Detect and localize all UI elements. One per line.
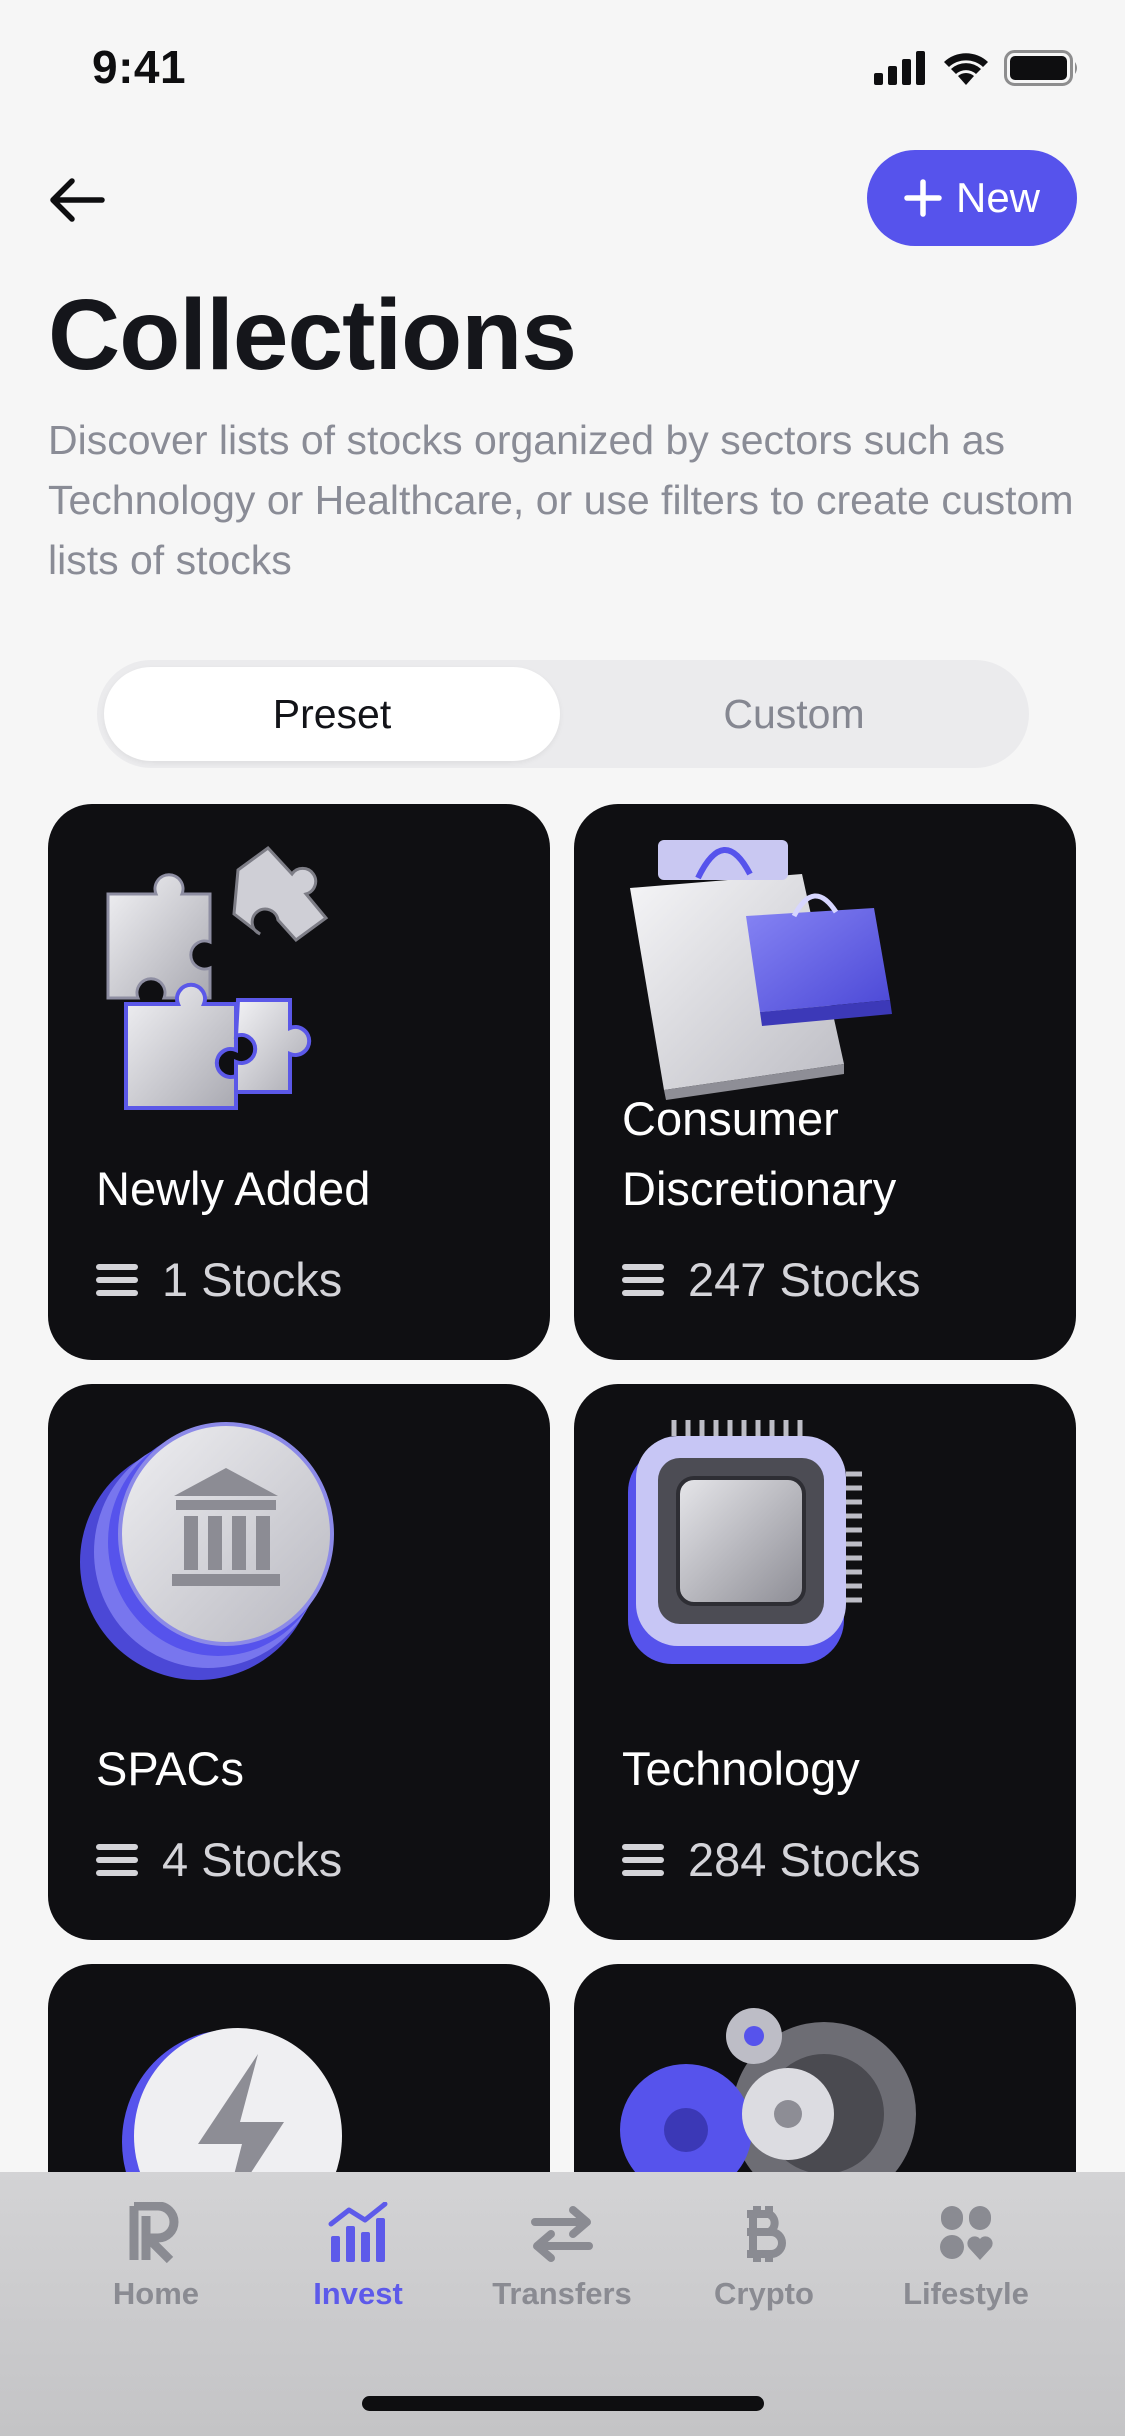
- card-count-label: 247 Stocks: [688, 1253, 921, 1306]
- cellular-signal-icon: [874, 51, 925, 85]
- home-indicator: [362, 2396, 764, 2411]
- card-stock-count: 4 Stocks: [96, 1832, 342, 1887]
- back-button[interactable]: [42, 165, 112, 235]
- card-stock-count: 1 Stocks: [96, 1252, 342, 1307]
- invest-chart-icon: [328, 2202, 388, 2262]
- wifi-icon: [944, 53, 988, 85]
- page-title: Collections: [48, 279, 577, 391]
- tab-label: Invest: [313, 2276, 403, 2311]
- tab-crypto[interactable]: Crypto: [674, 2202, 854, 2312]
- new-button-label: New: [955, 174, 1041, 221]
- list-icon: [622, 1263, 664, 1296]
- card-title: Consumer Discretionary: [622, 1092, 897, 1215]
- tab-label: Crypto: [714, 2276, 814, 2311]
- arrow-left-icon: [50, 178, 105, 222]
- tab-home[interactable]: Home: [66, 2202, 246, 2312]
- tab-preset[interactable]: Preset: [104, 667, 560, 761]
- status-time: 9:41: [92, 41, 187, 93]
- revolut-logo-icon: [129, 2202, 179, 2264]
- chip-icon: [628, 1420, 862, 1664]
- tab-custom[interactable]: Custom: [566, 667, 1022, 761]
- card-title: Technology: [622, 1742, 860, 1795]
- tab-lifestyle[interactable]: Lifestyle: [876, 2202, 1056, 2312]
- tab-label: Home: [112, 2276, 200, 2311]
- tab-label: Lifestyle: [903, 2276, 1029, 2311]
- collection-card-technology[interactable]: Technology 284 Stocks: [574, 1384, 1076, 1940]
- list-icon: [96, 1263, 138, 1296]
- collection-card-newly-added[interactable]: Newly Added 1 Stocks: [48, 804, 550, 1360]
- card-count-label: 4 Stocks: [162, 1833, 343, 1886]
- card-count-label: 284 Stocks: [688, 1833, 921, 1886]
- card-title: SPACs: [96, 1742, 244, 1795]
- new-collection-button[interactable]: New: [867, 150, 1077, 246]
- page-description: Discover lists of stocks organized by se…: [48, 417, 1074, 583]
- card-stock-count: 247 Stocks: [622, 1252, 921, 1307]
- tab-label: Transfers: [492, 2276, 632, 2311]
- plus-icon: [904, 179, 942, 217]
- tab-transfers[interactable]: Transfers: [472, 2202, 652, 2312]
- card-stock-count: 284 Stocks: [622, 1832, 921, 1887]
- status-bar: 9:41: [0, 0, 1125, 140]
- transfer-arrows-icon: [531, 2206, 593, 2262]
- collections-screen: 9:41 New Collections Discover lists of s…: [0, 0, 1125, 2436]
- card-count-label: 1 Stocks: [162, 1253, 343, 1306]
- list-icon: [622, 1843, 664, 1876]
- bitcoin-icon: [747, 2206, 786, 2262]
- list-icon: [96, 1843, 138, 1876]
- collection-card-spacs[interactable]: SPACs 4 Stocks: [48, 1384, 550, 1940]
- status-icons: [874, 50, 1080, 86]
- battery-icon: [1004, 50, 1077, 86]
- card-title: Newly Added: [96, 1162, 371, 1215]
- tab-invest[interactable]: Invest: [268, 2202, 448, 2312]
- collection-type-switch: Preset Custom: [97, 660, 1029, 768]
- puzzle-icon: [106, 845, 329, 1110]
- collection-card-consumer-discretionary[interactable]: Consumer Discretionary 247 Stocks: [574, 804, 1076, 1360]
- bank-coin-icon: [80, 1422, 334, 1680]
- lifestyle-icon: [940, 2206, 993, 2260]
